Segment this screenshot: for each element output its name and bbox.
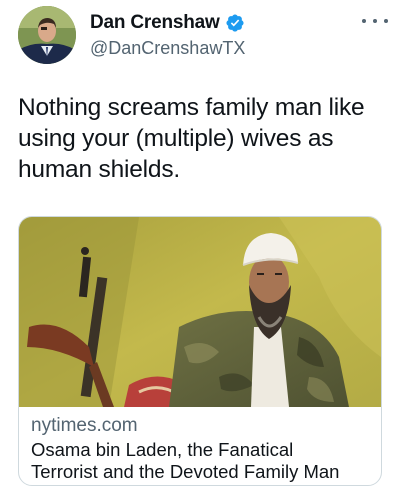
name-row: Dan Crenshaw <box>90 11 245 35</box>
dot <box>373 19 377 23</box>
verified-badge-icon <box>225 13 245 33</box>
more-options-icon[interactable] <box>362 14 388 28</box>
avatar[interactable] <box>18 6 76 64</box>
author-names: Dan Crenshaw @DanCrenshawTX <box>90 11 245 59</box>
author-display-name[interactable]: Dan Crenshaw <box>90 12 220 34</box>
avatar-photo <box>18 6 76 64</box>
link-card-domain: nytimes.com <box>31 415 138 436</box>
tweet-text: Nothing screams family man like using yo… <box>18 94 365 183</box>
link-card[interactable]: nytimes.com Osama bin Laden, the Fanatic… <box>18 216 382 486</box>
link-card-title: Osama bin Laden, the Fanatical Terrorist… <box>31 439 340 482</box>
link-card-footer: nytimes.com Osama bin Laden, the Fanatic… <box>31 415 371 483</box>
link-card-image <box>19 217 381 407</box>
dot <box>384 19 388 23</box>
dot <box>362 19 366 23</box>
tweet: Dan Crenshaw @DanCrenshawTX Nothing scre… <box>0 0 402 500</box>
author-handle[interactable]: @DanCrenshawTX <box>90 38 245 59</box>
tweet-header: Dan Crenshaw @DanCrenshawTX <box>18 6 388 66</box>
